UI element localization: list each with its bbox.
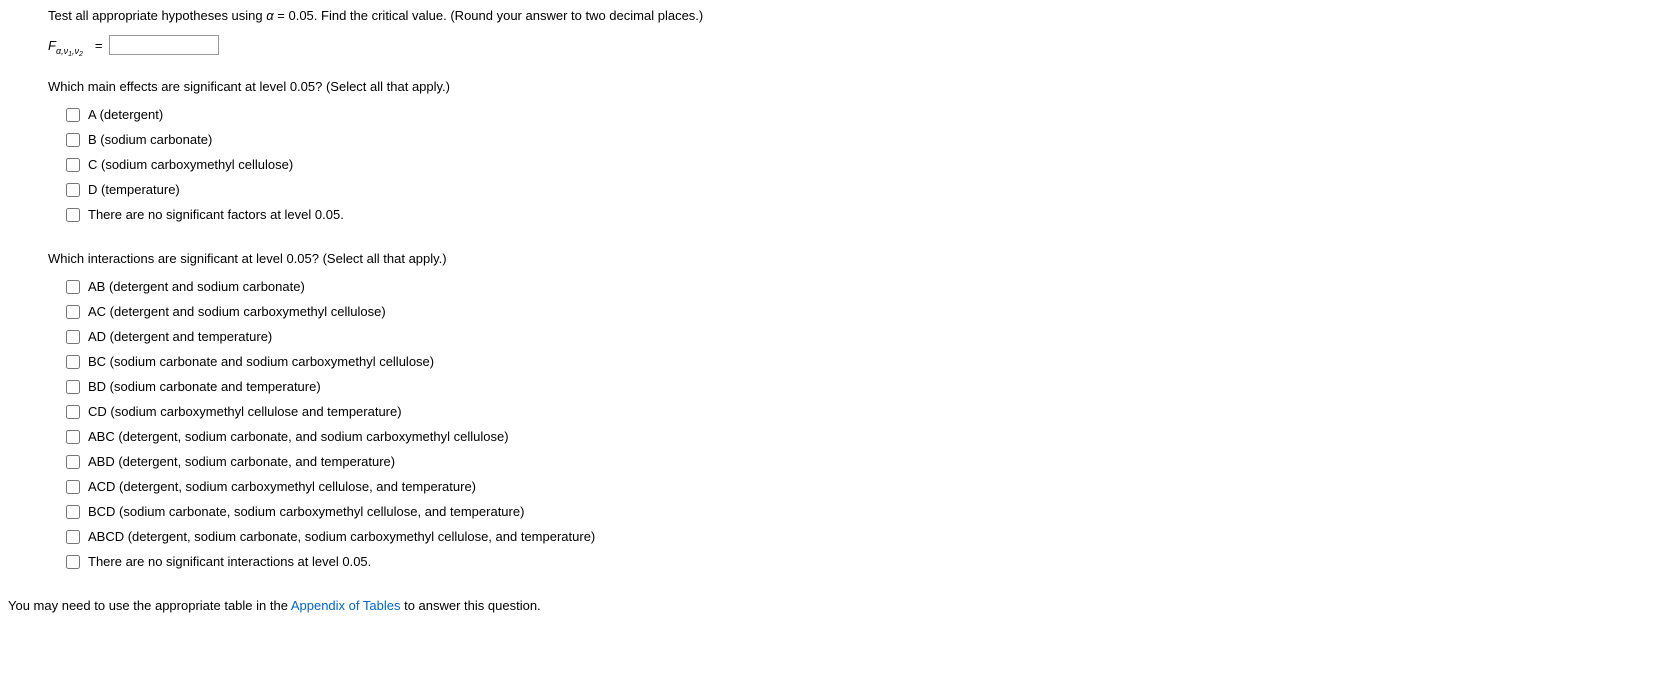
formula-f: Fα,ν1,ν2	[48, 38, 83, 53]
checkbox-label: There are no significant interactions at…	[88, 554, 371, 569]
checkbox-label: ABC (detergent, sodium carbonate, and so…	[88, 429, 509, 444]
checkbox-int-abcd[interactable]	[66, 530, 80, 544]
critical-value-input[interactable]	[109, 35, 219, 55]
checkbox-label: AD (detergent and temperature)	[88, 329, 272, 344]
checkbox-label: B (sodium carbonate)	[88, 132, 212, 147]
checkbox-main-none[interactable]	[66, 208, 80, 222]
appendix-link[interactable]: Appendix of Tables	[291, 598, 401, 613]
checkbox-int-acd[interactable]	[66, 480, 80, 494]
checkbox-label: C (sodium carboxymethyl cellulose)	[88, 157, 293, 172]
checkbox-row: BC (sodium carbonate and sodium carboxym…	[66, 349, 1669, 374]
checkbox-main-b[interactable]	[66, 133, 80, 147]
q1-suffix: = 0.05. Find the critical value. (Round …	[274, 8, 704, 23]
checkbox-row: ABD (detergent, sodium carbonate, and te…	[66, 449, 1669, 474]
checkbox-main-d[interactable]	[66, 183, 80, 197]
checkbox-label: BD (sodium carbonate and temperature)	[88, 379, 321, 394]
checkbox-int-ad[interactable]	[66, 330, 80, 344]
checkbox-row: D (temperature)	[66, 177, 1669, 202]
checkbox-int-cd[interactable]	[66, 405, 80, 419]
checkbox-row: There are no significant interactions at…	[66, 549, 1669, 574]
checkbox-row: ACD (detergent, sodium carboxymethyl cel…	[66, 474, 1669, 499]
checkbox-label: BCD (sodium carbonate, sodium carboxymet…	[88, 504, 524, 519]
checkbox-label: ABD (detergent, sodium carbonate, and te…	[88, 454, 395, 469]
checkbox-label: CD (sodium carboxymethyl cellulose and t…	[88, 404, 402, 419]
checkbox-int-bc[interactable]	[66, 355, 80, 369]
checkbox-int-abd[interactable]	[66, 455, 80, 469]
checkbox-label: A (detergent)	[88, 107, 163, 122]
checkbox-int-bcd[interactable]	[66, 505, 80, 519]
checkbox-row: There are no significant factors at leve…	[66, 202, 1669, 227]
checkbox-int-bd[interactable]	[66, 380, 80, 394]
checkbox-row: AB (detergent and sodium carbonate)	[66, 274, 1669, 299]
checkbox-int-ac[interactable]	[66, 305, 80, 319]
checkbox-row: BD (sodium carbonate and temperature)	[66, 374, 1669, 399]
checkbox-row: A (detergent)	[66, 102, 1669, 127]
checkbox-label: AB (detergent and sodium carbonate)	[88, 279, 305, 294]
checkbox-row: ABC (detergent, sodium carbonate, and so…	[66, 424, 1669, 449]
checkbox-row: AC (detergent and sodium carboxymethyl c…	[66, 299, 1669, 324]
question-hypotheses: Test all appropriate hypotheses using α …	[48, 8, 1669, 23]
checkbox-main-c[interactable]	[66, 158, 80, 172]
equals-sign: =	[95, 38, 103, 53]
checkbox-label: ACD (detergent, sodium carboxymethyl cel…	[88, 479, 476, 494]
checkbox-row: ABCD (detergent, sodium carbonate, sodiu…	[66, 524, 1669, 549]
checkbox-label: D (temperature)	[88, 182, 180, 197]
checkbox-row: CD (sodium carboxymethyl cellulose and t…	[66, 399, 1669, 424]
q3-text: Which interactions are significant at le…	[48, 251, 1669, 266]
checkbox-label: AC (detergent and sodium carboxymethyl c…	[88, 304, 386, 319]
checkbox-label: There are no significant factors at leve…	[88, 207, 344, 222]
footer-note: You may need to use the appropriate tabl…	[8, 598, 1669, 613]
checkbox-int-none[interactable]	[66, 555, 80, 569]
footer-suffix: to answer this question.	[400, 598, 540, 613]
checkbox-int-abc[interactable]	[66, 430, 80, 444]
footer-prefix: You may need to use the appropriate tabl…	[8, 598, 291, 613]
q1-alpha: α	[266, 8, 273, 23]
checkbox-row: C (sodium carboxymethyl cellulose)	[66, 152, 1669, 177]
q1-prefix: Test all appropriate hypotheses using	[48, 8, 266, 23]
checkbox-label: BC (sodium carbonate and sodium carboxym…	[88, 354, 434, 369]
checkbox-main-a[interactable]	[66, 108, 80, 122]
checkbox-row: BCD (sodium carbonate, sodium carboxymet…	[66, 499, 1669, 524]
q2-text: Which main effects are significant at le…	[48, 79, 1669, 94]
checkbox-label: ABCD (detergent, sodium carbonate, sodiu…	[88, 529, 595, 544]
checkbox-int-ab[interactable]	[66, 280, 80, 294]
checkbox-row: AD (detergent and temperature)	[66, 324, 1669, 349]
checkbox-row: B (sodium carbonate)	[66, 127, 1669, 152]
interactions-group: AB (detergent and sodium carbonate) AC (…	[48, 274, 1669, 574]
main-effects-group: A (detergent) B (sodium carbonate) C (so…	[48, 102, 1669, 227]
formula-row: Fα,ν1,ν2 =	[48, 35, 1669, 55]
